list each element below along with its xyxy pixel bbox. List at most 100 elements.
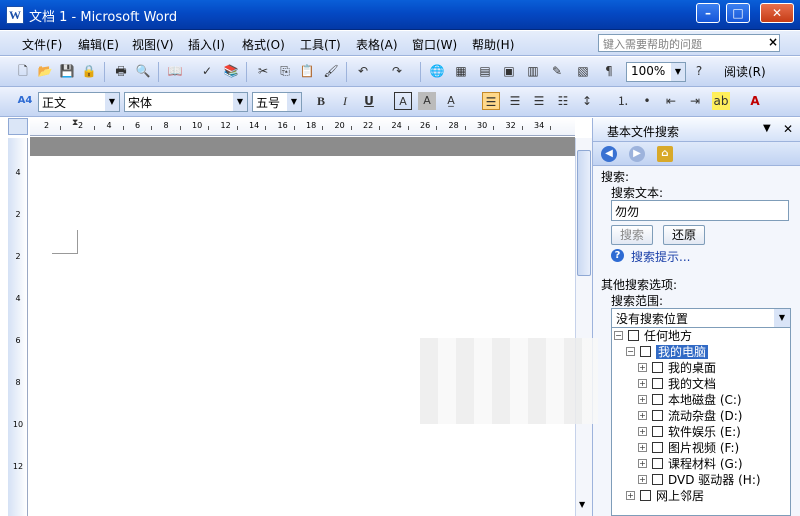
back-icon[interactable]: ◀ (601, 146, 617, 162)
drawing-icon[interactable]: ✎ (548, 62, 566, 80)
research-icon[interactable]: 📖 (166, 62, 184, 80)
menu-insert[interactable]: 插入(I) (188, 36, 225, 53)
vertical-ruler[interactable]: 4224681012 (8, 138, 28, 516)
document-page[interactable] (30, 156, 570, 516)
help-icon: ? (611, 249, 624, 262)
research-book-icon[interactable]: 📚 (222, 62, 240, 80)
italic-icon[interactable]: I (336, 92, 354, 110)
underline-icon[interactable]: U (360, 92, 378, 110)
tree-item[interactable]: +我的桌面 (638, 360, 716, 376)
cut-icon[interactable]: ✂ (254, 62, 272, 80)
menu-edit[interactable]: 编辑(E) (78, 36, 119, 53)
font-select[interactable]: 宋体▼ (124, 92, 248, 112)
help-search-input[interactable]: 键入需要帮助的问题 (598, 34, 780, 52)
align-center-icon[interactable]: ☰ (506, 92, 524, 110)
char-shading-icon[interactable]: A (418, 92, 436, 110)
tree-item[interactable]: +本地磁盘 (C:) (638, 392, 742, 408)
mosaic-overlay (420, 338, 598, 424)
home-icon[interactable]: ⌂ (657, 146, 673, 162)
insert-excel-icon[interactable]: ▣ (500, 62, 518, 80)
permission-icon[interactable]: 🔒 (80, 62, 98, 80)
tree-item[interactable]: +我的文档 (638, 376, 716, 392)
search-scope-select[interactable]: 没有搜索位置▼ (611, 308, 791, 328)
save-icon[interactable]: 💾 (58, 62, 76, 80)
scrollbar-thumb[interactable] (577, 150, 591, 276)
reading-layout-button[interactable]: 阅读(R) (720, 62, 770, 82)
close-icon[interactable]: ✕ (783, 122, 793, 136)
bullets-icon[interactable]: • (638, 92, 656, 110)
tables-borders-icon[interactable]: ▦ (452, 62, 470, 80)
align-right-icon[interactable]: ☰ (530, 92, 548, 110)
menu-file[interactable]: 文件(F) (22, 36, 62, 53)
ruler-tick (237, 126, 238, 130)
maximize-button[interactable]: □ (726, 3, 750, 23)
ruler-label: 16 (278, 121, 288, 130)
font-color-icon[interactable]: A (746, 92, 764, 110)
show-hide-icon[interactable]: ¶ (600, 62, 618, 80)
zoom-select[interactable]: 100%▼ (626, 62, 686, 82)
chevron-down-icon: ▼ (105, 93, 119, 111)
columns-icon[interactable]: ▥ (524, 62, 542, 80)
highlight-icon[interactable]: ab (712, 92, 730, 110)
char-scale-icon[interactable]: A̲ (442, 92, 460, 110)
menu-tools[interactable]: 工具(T) (300, 36, 341, 53)
spelling-icon[interactable]: ✓ (198, 62, 216, 80)
line-spacing-icon[interactable]: ↕ (578, 92, 596, 110)
close-document-icon[interactable]: × (767, 35, 779, 51)
menu-table[interactable]: 表格(A) (356, 36, 398, 53)
forward-icon[interactable]: ▶ (629, 146, 645, 162)
document-map-icon[interactable]: ▧ (574, 62, 592, 80)
print-preview-icon[interactable]: 🔍 (134, 62, 152, 80)
help-icon[interactable]: ? (690, 62, 708, 80)
align-left-icon[interactable]: ☰ (482, 92, 500, 110)
task-pane-nav: ◀ ▶ ⌂ (593, 142, 800, 166)
style-select[interactable]: 正文▼ (38, 92, 120, 112)
tree-item[interactable]: +网上邻居 (626, 488, 704, 504)
font-size-select[interactable]: 五号▼ (252, 92, 302, 112)
distributed-icon[interactable]: ☷ (554, 92, 572, 110)
undo-icon[interactable]: ↶ (354, 62, 372, 80)
increase-indent-icon[interactable]: ⇥ (686, 92, 704, 110)
hyperlink-icon[interactable]: 🌐 (428, 62, 446, 80)
paste-icon[interactable]: 📋 (298, 62, 316, 80)
char-border-icon[interactable]: A (394, 92, 412, 110)
search-tips-link[interactable]: 搜索提示... (631, 248, 690, 265)
task-pane-header: 基本文件搜索 ▼ ✕ (593, 118, 800, 142)
insert-table-icon[interactable]: ▤ (476, 62, 494, 80)
tree-item[interactable]: −我的电脑 (626, 344, 708, 360)
search-button[interactable]: 搜索 (611, 225, 653, 245)
tree-item[interactable]: +流动杂盘 (D:) (638, 408, 742, 424)
menu-help[interactable]: 帮助(H) (472, 36, 514, 53)
scroll-down-icon[interactable]: ▼ (579, 500, 585, 509)
decrease-indent-icon[interactable]: ⇤ (662, 92, 680, 110)
reset-button[interactable]: 还原 (663, 225, 705, 245)
location-tree[interactable]: −任何地方 −我的电脑 +我的桌面 +我的文档 +本地磁盘 (C:) +流动杂盘… (611, 328, 791, 516)
redo-icon[interactable]: ↷ (388, 62, 406, 80)
pane-menu-icon[interactable]: ▼ (763, 123, 771, 134)
vertical-scrollbar[interactable]: ▼ (575, 138, 592, 516)
new-document-icon[interactable]: 🗋 (14, 62, 32, 80)
tree-item[interactable]: +DVD 驱动器 (H:) (638, 472, 761, 488)
tab-selector[interactable] (8, 118, 28, 135)
format-painter-icon[interactable]: 🖌 (322, 62, 340, 80)
close-button[interactable]: ✕ (760, 3, 794, 23)
ruler-label: 24 (392, 121, 402, 130)
indent-marker-icon[interactable]: ⧗ (72, 118, 78, 128)
minimize-button[interactable]: – (696, 3, 720, 23)
tree-item[interactable]: +图片视频 (F:) (638, 440, 739, 456)
tree-item[interactable]: +课程材料 (G:) (638, 456, 743, 472)
print-icon[interactable]: 🖶 (112, 62, 130, 80)
menu-view[interactable]: 视图(V) (132, 36, 174, 53)
bold-icon[interactable]: B (312, 92, 330, 110)
numbering-icon[interactable]: ⒈ (614, 92, 632, 110)
search-text-input[interactable]: 勿勿 (611, 200, 789, 221)
menu-window[interactable]: 窗口(W) (412, 36, 457, 53)
horizontal-ruler[interactable]: 2246810121416182022242628303234⧗ (30, 118, 575, 136)
tree-item[interactable]: +软件娱乐 (E:) (638, 424, 741, 440)
tree-item[interactable]: −任何地方 (614, 328, 692, 344)
open-folder-icon[interactable]: 📂 (36, 62, 54, 80)
styles-icon[interactable]: A4 (16, 92, 34, 110)
copy-icon[interactable]: ⎘ (276, 62, 294, 80)
ruler-label: 12 (221, 121, 231, 130)
menu-format[interactable]: 格式(O) (242, 36, 285, 53)
